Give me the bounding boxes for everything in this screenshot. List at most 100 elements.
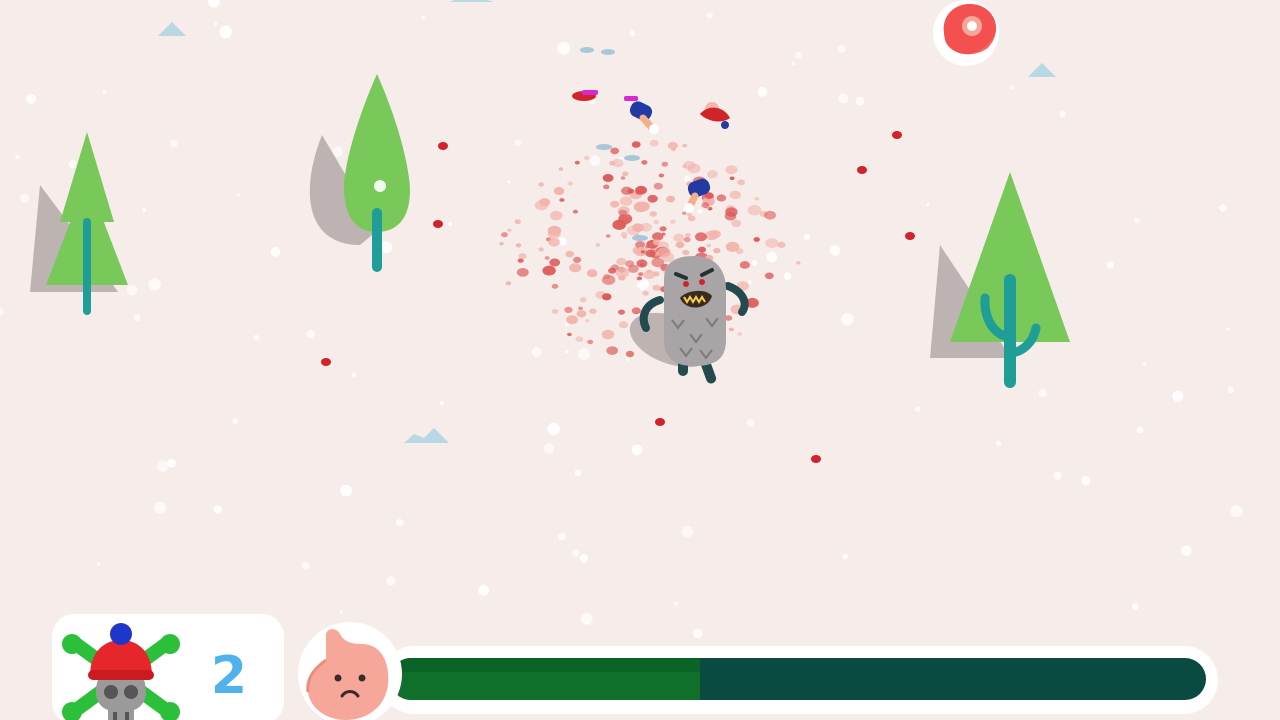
- blood-drop: [548, 237, 560, 247]
- blood-drop: [640, 250, 646, 254]
- snowflake: [531, 347, 542, 358]
- blood-drop: [653, 219, 660, 225]
- blood-drop: [695, 232, 707, 242]
- blood-drop: [729, 190, 741, 200]
- snowflake: [448, 222, 453, 226]
- snowflake: [232, 418, 239, 424]
- blood-drop: [499, 242, 504, 246]
- blood-drop: [518, 253, 527, 260]
- snowflake: [683, 175, 691, 182]
- snowflake: [572, 549, 580, 557]
- blood-drop: [601, 293, 612, 301]
- blood-drop: [905, 232, 915, 240]
- blood-drop: [551, 309, 559, 314]
- snowflake: [579, 553, 589, 563]
- blood-drop: [566, 315, 578, 325]
- blood-drop: [728, 327, 735, 332]
- blood-drop: [636, 259, 648, 268]
- game-viewport[interactable]: 2: [0, 0, 1280, 720]
- blood-drop: [765, 238, 779, 249]
- snowflake: [766, 251, 778, 263]
- snowflake: [926, 203, 930, 207]
- snowflake: [332, 146, 344, 157]
- snowflake: [795, 51, 803, 59]
- blood-drop: [573, 256, 582, 263]
- snowflake: [629, 30, 636, 37]
- blood-drop: [618, 309, 625, 315]
- blood-drop: [647, 194, 658, 203]
- snowflake: [829, 245, 841, 256]
- blood-drop: [433, 220, 443, 228]
- blood-drop: [687, 163, 701, 174]
- blood-drop: [505, 281, 512, 286]
- skier-remains-icon: [624, 96, 659, 134]
- blood-drop: [585, 319, 590, 323]
- snow-mound: [404, 428, 449, 443]
- blood-drop: [605, 234, 611, 238]
- snowflake: [236, 193, 241, 197]
- blood-drop: [682, 249, 690, 256]
- blood-drop: [559, 198, 565, 202]
- blood-drop: [709, 230, 721, 239]
- snowflake: [693, 628, 703, 639]
- blood-drop: [684, 233, 691, 238]
- blood-drop: [507, 228, 512, 232]
- snowflake: [1106, 261, 1114, 269]
- blood-drop: [713, 247, 721, 254]
- blood-drop: [578, 306, 583, 311]
- blood-drop: [567, 332, 572, 337]
- snowflake: [547, 422, 560, 436]
- snowflake: [706, 12, 713, 19]
- snow-mound: [1028, 63, 1056, 77]
- snowflake: [996, 441, 1001, 446]
- blood-drop: [609, 160, 616, 166]
- blood-drop: [587, 339, 594, 345]
- blood-drop: [619, 196, 633, 206]
- blood-drop: [724, 211, 737, 221]
- snowflake: [842, 553, 848, 560]
- snowflake: [1226, 327, 1230, 331]
- blood-drop: [754, 196, 760, 201]
- blood-drop: [553, 187, 565, 195]
- blood-drop: [643, 270, 656, 280]
- snowflake: [270, 247, 281, 257]
- snowflake: [804, 234, 810, 241]
- snowflake: [386, 576, 396, 586]
- blood-drop: [567, 181, 574, 186]
- blood-drop: [675, 241, 685, 249]
- blood-drop: [653, 182, 663, 190]
- blood-drop: [321, 358, 331, 366]
- blood-drop: [564, 306, 573, 313]
- blood-drop: [610, 147, 620, 155]
- snowflake: [841, 313, 854, 326]
- blood-drop: [701, 202, 710, 209]
- snowflake: [625, 356, 630, 361]
- snowflake: [1181, 545, 1192, 556]
- blood-drop: [670, 219, 676, 224]
- snowflake: [1136, 426, 1144, 434]
- blood-drop: [627, 188, 634, 194]
- blood-drop: [645, 249, 656, 258]
- blood-drop: [603, 184, 610, 190]
- blood-drop: [601, 275, 616, 285]
- snowflake: [783, 272, 792, 281]
- blood-drop: [892, 131, 902, 139]
- blood-drop: [698, 246, 706, 253]
- blood-drop: [601, 329, 615, 340]
- blood-drop: [633, 201, 648, 213]
- blood-drop: [547, 225, 562, 236]
- blood-drop: [595, 243, 601, 247]
- blood-drop: [673, 233, 685, 242]
- blood-drop: [539, 198, 551, 207]
- snowflake: [674, 601, 678, 606]
- snowflake: [631, 444, 643, 456]
- snowflake: [213, 505, 223, 514]
- blood-drop: [631, 141, 641, 148]
- blood-drop: [764, 272, 774, 280]
- blood-splatter: [321, 131, 915, 463]
- blood-drop: [558, 167, 564, 171]
- blood-drop: [602, 174, 614, 182]
- snowflake: [578, 348, 590, 361]
- snowflake: [0, 308, 4, 316]
- snowflake: [1134, 217, 1140, 224]
